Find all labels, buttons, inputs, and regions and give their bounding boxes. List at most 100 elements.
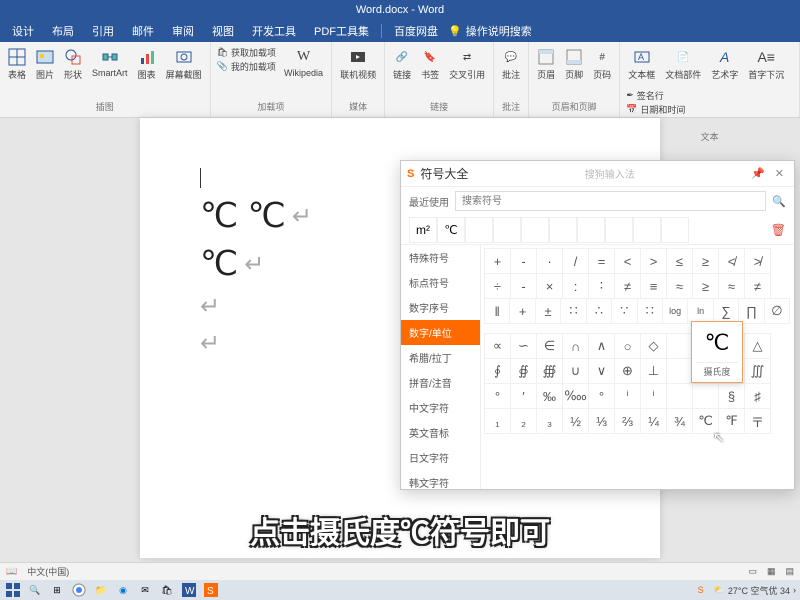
ribbon-my-addins[interactable]: 📎我的加载项 (217, 60, 276, 73)
panel-titlebar[interactable]: S 符号大全 搜狗输入法 📌 ✕ (401, 161, 794, 187)
symbol-cell[interactable]: : (562, 273, 589, 299)
symbol-cell[interactable]: ≡ (640, 273, 667, 299)
menu-baidu[interactable]: 百度网盘 (386, 23, 446, 39)
tray-sogou-icon[interactable]: S (692, 582, 710, 598)
recent-symbol[interactable]: m² (409, 217, 437, 243)
ribbon-wordart[interactable]: A艺术字 (709, 46, 740, 83)
symbol-cell[interactable]: ℉ (718, 408, 745, 434)
category-item[interactable]: 韩文字符 (401, 470, 480, 489)
symbol-cell[interactable]: ○ (614, 333, 641, 359)
ribbon-footer[interactable]: 页脚 (563, 46, 585, 83)
symbol-cell[interactable]: ∷ (637, 298, 663, 324)
symbol-cell[interactable]: - (510, 248, 537, 274)
recent-symbol[interactable] (521, 217, 549, 243)
symbol-cell[interactable] (666, 333, 693, 359)
symbol-cell[interactable]: / (562, 248, 589, 274)
symbol-cell[interactable]: ∯ (510, 358, 537, 384)
search-icon[interactable]: 🔍 (772, 195, 786, 208)
ribbon-link[interactable]: 🔗链接 (391, 46, 413, 83)
recent-symbol[interactable] (549, 217, 577, 243)
symbol-cell[interactable] (666, 358, 693, 384)
symbol-cell[interactable]: ¼ (640, 408, 667, 434)
symbol-cell[interactable]: + (509, 298, 535, 324)
symbol-cell[interactable]: ½ (562, 408, 589, 434)
symbol-cell[interactable]: ∮ (484, 358, 511, 384)
symbol-cell[interactable]: ∨ (588, 358, 615, 384)
status-book-icon[interactable]: 📖 (6, 566, 17, 577)
recent-symbol[interactable] (605, 217, 633, 243)
taskbar-edge-icon[interactable]: ◉ (114, 582, 132, 598)
symbol-cell[interactable]: ¾ (666, 408, 693, 434)
recent-symbol[interactable] (465, 217, 493, 243)
symbol-cell[interactable]: ₃ (536, 408, 563, 434)
taskbar-sogou-icon[interactable]: S (202, 582, 220, 598)
close-icon[interactable]: ✕ (771, 167, 788, 180)
trash-icon[interactable]: 🗑 (771, 223, 786, 237)
ribbon-wikipedia[interactable]: WWikipedia (282, 46, 325, 80)
symbol-search-input[interactable] (455, 191, 766, 211)
symbol-cell[interactable]: ≮ (718, 248, 745, 274)
symbol-cell[interactable]: ⊕ (614, 358, 641, 384)
ribbon-signature[interactable]: ✒签名行 (626, 89, 685, 102)
symbol-cell[interactable]: ≥ (692, 248, 719, 274)
symbol-cell[interactable]: ∴ (586, 298, 612, 324)
menu-references[interactable]: 引用 (84, 23, 122, 39)
symbol-cell[interactable]: ‰ (536, 383, 563, 409)
ribbon-textbox[interactable]: A文本框 (626, 46, 657, 83)
symbol-cell[interactable]: ⅓ (588, 408, 615, 434)
ribbon-smartart[interactable]: SmartArt (90, 46, 130, 80)
symbol-cell[interactable]: ⁱ (614, 383, 641, 409)
symbol-cell[interactable]: ∷ (560, 298, 586, 324)
ribbon-dropcap[interactable]: A≡首字下沉 (746, 46, 786, 83)
taskbar-search-icon[interactable]: 🔍 (26, 582, 44, 598)
ribbon-pictures[interactable]: 图片 (34, 46, 56, 83)
symbol-cell[interactable]: ≯ (744, 248, 771, 274)
symbol-cell[interactable]: > (640, 248, 667, 274)
recent-symbol[interactable]: ℃ (437, 217, 465, 243)
taskbar-store-icon[interactable]: 🛍 (158, 582, 176, 598)
category-item[interactable]: 数字/单位 (401, 320, 480, 345)
ribbon-bookmark[interactable]: 🔖书签 (419, 46, 441, 83)
menu-pdf[interactable]: PDF工具集 (306, 23, 377, 39)
symbol-cell[interactable]: ÷ (484, 273, 511, 299)
taskbar-word-icon[interactable]: W (180, 582, 198, 598)
category-item[interactable]: 数字序号 (401, 295, 480, 320)
symbol-cell[interactable]: ₂ (510, 408, 537, 434)
symbol-cell[interactable]: ∶ (588, 273, 615, 299)
symbol-cell[interactable] (692, 383, 719, 409)
symbol-cell[interactable]: ‖ (484, 298, 510, 324)
menu-devtools[interactable]: 开发工具 (244, 23, 304, 39)
pin-icon[interactable]: 📌 (751, 167, 765, 180)
symbol-cell[interactable]: = (588, 248, 615, 274)
status-language[interactable]: 中文(中国) (27, 565, 69, 578)
ribbon-docparts[interactable]: 📄文档部件 (663, 46, 703, 83)
symbol-cell[interactable] (666, 383, 693, 409)
category-item[interactable]: 特殊符号 (401, 245, 480, 270)
symbol-cell[interactable]: - (510, 273, 537, 299)
symbol-cell[interactable]: 〒 (744, 408, 771, 434)
symbol-cell[interactable]: ° (484, 383, 511, 409)
symbol-cell[interactable]: ≈ (718, 273, 745, 299)
category-item[interactable]: 中文字符 (401, 395, 480, 420)
symbol-cell[interactable]: ∅ (764, 298, 790, 324)
symbol-cell[interactable]: ≈ (666, 273, 693, 299)
symbol-cell[interactable]: ‱ (562, 383, 589, 409)
symbol-cell[interactable]: ∧ (588, 333, 615, 359)
ribbon-table[interactable]: 表格 (6, 46, 28, 83)
symbol-cell[interactable]: ₁ (484, 408, 511, 434)
symbol-cell[interactable]: ⁱ (640, 383, 667, 409)
symbol-cell[interactable]: ∝ (484, 333, 511, 359)
ribbon-shapes[interactable]: 形状 (62, 46, 84, 83)
menu-review[interactable]: 审阅 (164, 23, 202, 39)
taskbar-chrome-icon[interactable] (70, 582, 88, 598)
category-item[interactable]: 标点符号 (401, 270, 480, 295)
ribbon-pagenum[interactable]: #页码 (591, 46, 613, 83)
symbol-cell[interactable]: + (484, 248, 511, 274)
symbol-cell[interactable]: ≠ (614, 273, 641, 299)
symbol-cell[interactable]: ≠ (744, 273, 771, 299)
symbol-cell[interactable]: ≥ (692, 273, 719, 299)
symbol-cell[interactable]: ∪ (562, 358, 589, 384)
symbol-cell[interactable]: ∰ (536, 358, 563, 384)
symbol-cell[interactable]: · (536, 248, 563, 274)
taskbar-explorer-icon[interactable]: 📁 (92, 582, 110, 598)
